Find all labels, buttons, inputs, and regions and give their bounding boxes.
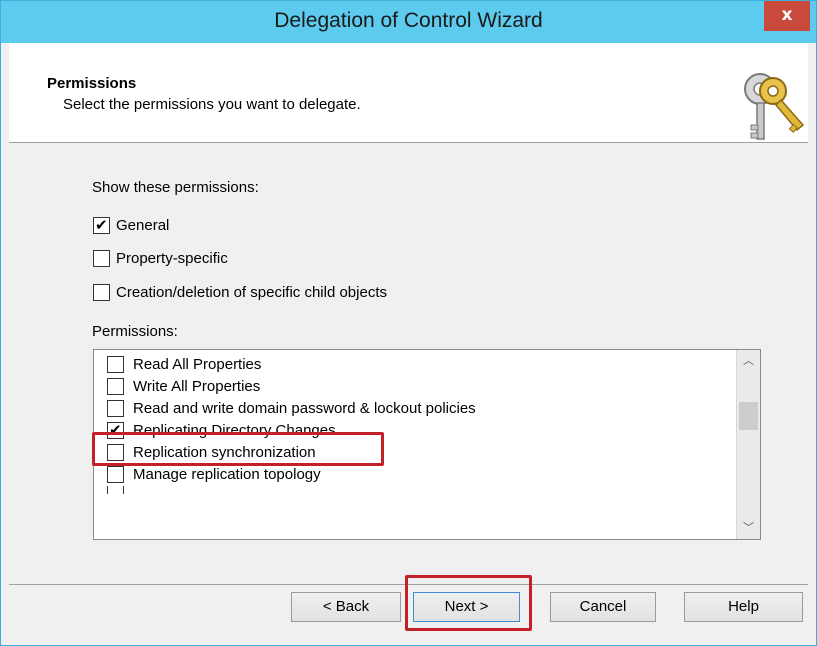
option-label: Creation/deletion of specific child obje… [116,284,387,301]
close-button[interactable]: x [764,1,810,31]
cancel-button[interactable]: Cancel [550,592,656,622]
list-checkbox[interactable] [107,399,124,417]
list-item-label: Manage replication topology [133,465,321,483]
list-item[interactable]: Replication synchronization [107,441,316,463]
option-general[interactable]: ✔ General [93,216,170,234]
list-item[interactable]: Manage replication topology [107,463,321,485]
checkmark-icon: ✔ [109,420,122,439]
title-bar[interactable]: Delegation of Control Wizard x [1,1,816,43]
show-permissions-label: Show these permissions: [92,179,259,196]
checkbox-general[interactable]: ✔ [93,216,110,234]
list-checkbox[interactable] [107,377,124,395]
wizard-body: Show these permissions: ✔ General Proper… [9,144,808,637]
list-item-label: Replication synchronization [133,443,316,461]
footer-divider [9,584,808,585]
permissions-label: Permissions: [92,323,178,340]
list-item-label: Write All Properties [133,377,261,395]
list-checkbox[interactable] [107,443,124,461]
back-button[interactable]: < Back [291,592,401,622]
option-label: General [116,217,170,234]
checkmark-icon: ✔ [95,216,108,234]
window-title: Delegation of Control Wizard [274,9,543,32]
list-item[interactable]: Write All Properties [107,375,260,397]
option-label: Property-specific [116,250,228,267]
list-checkbox[interactable]: ✔ [107,420,124,439]
header-panel: Permissions Select the permissions you w… [9,43,808,143]
list-scrollbar[interactable]: ︿ ﹀ [736,350,760,539]
permissions-list[interactable]: Read All Properties Write All Properties… [93,349,761,540]
page-subtitle: Select the permissions you want to deleg… [63,96,361,113]
list-item[interactable]: Read All Properties [107,353,261,375]
list-checkbox[interactable] [107,465,124,483]
option-creation-deletion[interactable]: Creation/deletion of specific child obje… [93,284,387,301]
option-property-specific[interactable]: Property-specific [93,250,228,267]
next-button[interactable]: Next > [413,592,520,622]
list-item-label: Read and write domain password & lockout… [133,399,476,417]
list-item-label: Read All Properties [133,355,262,373]
checkbox-creation-deletion[interactable] [93,284,110,301]
list-item[interactable]: Read and write domain password & lockout… [107,397,476,419]
help-button[interactable]: Help [684,592,803,622]
wizard-window: Delegation of Control Wizard x Permissio… [0,0,817,646]
checkbox-property-specific[interactable] [93,250,110,267]
list-checkbox[interactable] [107,355,124,373]
keys-icon [744,73,805,140]
scroll-down-icon[interactable]: ﹀ [737,517,760,539]
scroll-up-icon[interactable]: ︿ [737,350,760,372]
scroll-thumb[interactable] [739,402,758,430]
list-item-partial[interactable] [107,486,124,494]
list-item[interactable]: ✔ Replicating Directory Changes [107,419,336,441]
list-item-label: Replicating Directory Changes [133,421,336,439]
list-checkbox[interactable] [107,486,124,494]
page-title: Permissions [47,75,137,92]
